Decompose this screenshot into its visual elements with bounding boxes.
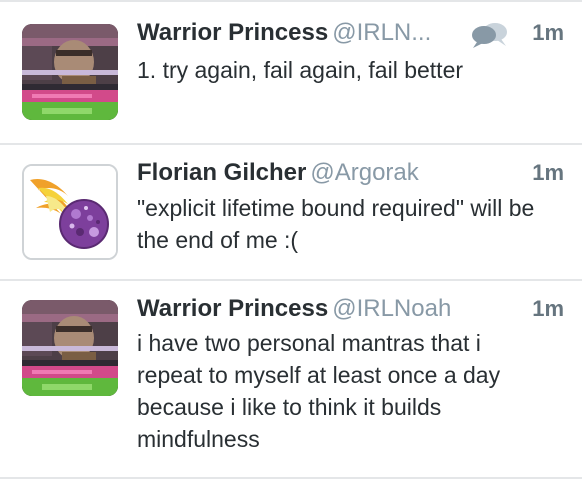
tweet-timestamp[interactable]: 1m [532,16,564,50]
tweet-timeline: Warrior Princess @IRLN... 1m 1. try again… [0,0,582,480]
tweet-header: Warrior Princess @IRLNoah [137,292,557,326]
user-handle[interactable]: @IRLNoah [332,295,451,322]
display-name[interactable]: Florian Gilcher [137,159,306,186]
tweet-item[interactable]: Warrior Princess @IRLN... 1m 1. try again… [0,2,582,143]
user-avatar[interactable] [22,300,118,396]
user-handle[interactable]: @Argorak [310,159,418,186]
tweet-text: "explicit lifetime bound required" will … [137,195,535,253]
user-handle[interactable]: @IRLN... [332,19,431,46]
timeline-divider [0,477,582,479]
glitch-portrait-avatar [22,300,118,396]
user-avatar[interactable] [22,164,118,260]
tweet-timestamp[interactable]: 1m [532,292,564,326]
tweet-text: 1. try again, fail again, fail better [137,57,464,83]
display-name[interactable]: Warrior Princess [137,295,328,322]
user-avatar[interactable] [22,24,118,120]
tweet-header: Florian Gilcher @Argorak [137,156,557,190]
tweet-text: i have two personal mantras that i repea… [137,330,501,452]
tweet-timestamp[interactable]: 1m [532,156,564,190]
tweet-item[interactable]: Florian Gilcher @Argorak 1m "explicit lif… [0,145,582,279]
flaming-planet-avatar [24,166,116,258]
conversation-icon[interactable] [470,21,510,49]
glitch-portrait-avatar [22,24,118,120]
tweet-item[interactable]: Warrior Princess @IRLNoah 1m i have two p… [0,281,582,477]
display-name[interactable]: Warrior Princess [137,19,328,46]
